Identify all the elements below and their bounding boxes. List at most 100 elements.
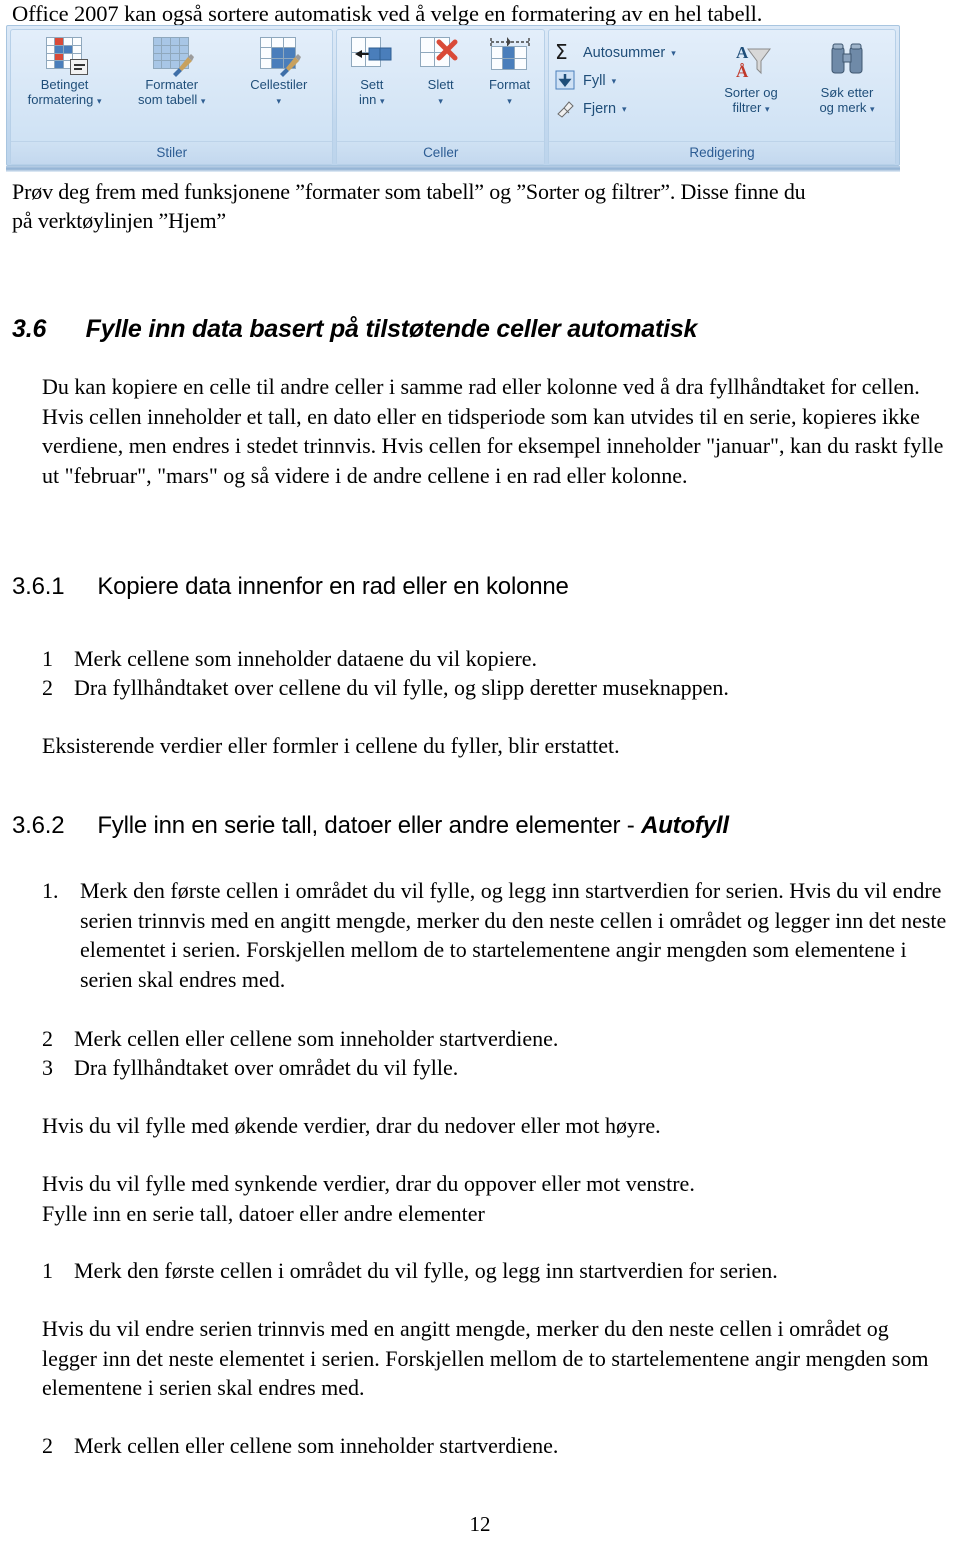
ribbon-button-label-line1: Formater xyxy=(145,77,199,92)
note-decreasing-values: Hvis du vil fylle med synkende verdier, … xyxy=(42,1171,695,1196)
list-text: Merk cellen eller cellene som inneholder… xyxy=(74,1026,559,1051)
insert-cells-icon xyxy=(349,35,395,75)
ribbon-button-label: Autosummer xyxy=(583,45,666,61)
list-text: Merk cellen eller cellene som inneholder… xyxy=(74,1433,559,1458)
chevron-down-icon[interactable]: ▾ xyxy=(870,104,875,114)
ribbon-group-redigering: Σ Autosummer ▾ Fyll ▾ Fjern ▾ A Å Sorter… xyxy=(548,29,896,165)
ribbon-button-slett[interactable]: Slett ▾ xyxy=(407,35,475,109)
intro-text: Office 2007 kan også sortere automatisk … xyxy=(12,1,763,26)
ribbon-group-celler: Sett inn ▾ Slett ▾ Format ▾ Celler xyxy=(336,29,545,165)
chevron-down-icon[interactable]: ▾ xyxy=(97,96,102,106)
ribbon-button-fjern[interactable]: Fjern ▾ xyxy=(549,95,703,123)
list-number: 3 xyxy=(42,1055,53,1080)
ribbon-button-sok-etter-og-merk[interactable]: Søk etter og merk ▾ xyxy=(799,41,895,117)
ribbon-button-label-line2: ▾ xyxy=(277,92,282,109)
repeat-heading: Fylle inn en serie tall, datoer eller an… xyxy=(42,1201,485,1226)
ribbon-button-sorter-og-filtrer[interactable]: A Å Sorter og filtrer ▾ xyxy=(703,41,799,117)
list-item: 1 Merk den første cellen i området du vi… xyxy=(42,1256,952,1286)
ribbon-button-label-line2: filtrer ▾ xyxy=(732,100,770,115)
ribbon-button-formater-som-tabell[interactable]: Formater som tabell ▾ xyxy=(122,35,222,109)
chevron-down-icon[interactable]: ▾ xyxy=(277,96,282,106)
ribbon-button-label-line1: Slett xyxy=(427,77,454,92)
ribbon-button-sett-inn[interactable]: Sett inn ▾ xyxy=(338,35,406,109)
chevron-down-icon[interactable]: ▾ xyxy=(507,96,512,106)
paintbrush-icon xyxy=(279,54,301,77)
chevron-down-icon[interactable]: ▾ xyxy=(612,76,617,87)
ribbon-button-label-line2: formatering ▾ xyxy=(27,92,102,107)
svg-text:A: A xyxy=(736,43,749,62)
insert-arrow-icon xyxy=(354,47,392,61)
list-number: 2 xyxy=(42,1026,53,1051)
section-3-6-1-note: Eksisterende verdier eller formler i cel… xyxy=(42,733,620,758)
fill-down-arrow-icon xyxy=(555,70,577,92)
repeat-paragraph: Hvis du vil endre serien trinnvis med en… xyxy=(42,1316,929,1400)
ribbon-button-betinget-formatering[interactable]: Betinget formatering ▾ xyxy=(15,35,115,109)
list-text: Merk den første cellen i området du vil … xyxy=(74,1258,778,1283)
list-item: 2 Merk cellen eller cellene som innehold… xyxy=(42,1431,952,1461)
ribbon-button-label-line2: ▾ xyxy=(507,92,512,109)
ribbon-button-label-line1: Betinget xyxy=(40,77,89,92)
list-item: 1 Merk cellene som inneholder dataene du… xyxy=(42,644,942,674)
conditional-formatting-icon xyxy=(42,35,88,75)
ribbon-button-label-line1: Søk etter xyxy=(820,85,874,100)
ribbon-group-label-stiler: Stiler xyxy=(11,141,333,164)
ribbon-button-label: Fyll xyxy=(583,73,606,89)
ribbon-button-label: Fjern xyxy=(583,101,617,117)
heading-title: Fylle inn data basert på tilstøtende cel… xyxy=(85,315,698,343)
ribbon-caption-line1: Prøv deg frem med funksjonene ”formater … xyxy=(12,179,806,204)
svg-text:Å: Å xyxy=(736,62,749,81)
section-3-6-paragraph: Du kan kopiere en celle til andre celler… xyxy=(42,374,944,488)
red-x-icon xyxy=(436,39,458,61)
chevron-down-icon[interactable]: ▾ xyxy=(671,48,676,59)
list-text: Dra fyllhåndtaket over området du vil fy… xyxy=(74,1055,459,1080)
list-item: 2 Dra fyllhåndtaket over cellene du vil … xyxy=(42,673,942,703)
ribbon-button-label-line1: Sett xyxy=(360,77,384,92)
ribbon-button-label-line2: som tabell ▾ xyxy=(137,92,206,107)
ribbon-group-stiler: Betinget formatering ▾ Formater som tabe… xyxy=(10,29,334,165)
page-number: 12 xyxy=(469,1512,491,1536)
ribbon-button-label-line1: Format xyxy=(488,77,531,92)
ribbon-button-label-line2: og merk ▾ xyxy=(819,100,875,115)
chevron-down-icon[interactable]: ▾ xyxy=(438,96,443,106)
ribbon-button-format[interactable]: Format ▾ xyxy=(476,35,544,109)
chevron-down-icon[interactable]: ▾ xyxy=(622,104,627,115)
find-and-select-binoculars-icon xyxy=(824,41,870,83)
chevron-down-icon[interactable]: ▾ xyxy=(201,96,206,106)
note-increasing-values: Hvis du vil fylle med økende verdier, dr… xyxy=(42,1113,661,1138)
ribbon-button-label-line1: Cellestiler xyxy=(250,77,308,92)
eraser-icon xyxy=(555,98,577,120)
ribbon-caption-line2: på verktøylinjen ”Hjem” xyxy=(12,208,227,233)
heading-number: 3.6 xyxy=(12,315,47,343)
document-page: Office 2007 kan også sortere automatisk … xyxy=(0,0,960,1542)
list-text: Merk cellene som inneholder dataene du v… xyxy=(74,646,538,671)
paintbrush-icon xyxy=(172,54,194,77)
ribbon-button-fyll[interactable]: Fyll ▾ xyxy=(549,67,703,95)
chevron-down-icon[interactable]: ▾ xyxy=(380,96,385,106)
ribbon-button-label-line1: Sorter og xyxy=(724,85,778,100)
list-item: 2 Merk cellen eller cellene som innehold… xyxy=(42,1024,942,1054)
heading-3-6-2: 3.6.2 Fylle inn en serie tall, datoer el… xyxy=(12,812,729,840)
ribbon-group-label-redigering: Redigering xyxy=(549,141,895,164)
ribbon-bottom-border xyxy=(6,166,900,172)
ribbon-button-autosummer[interactable]: Σ Autosummer ▾ xyxy=(549,39,703,67)
list-number: 1 xyxy=(42,1258,53,1283)
ribbon-button-cellestiler[interactable]: Cellestiler ▾ xyxy=(229,35,329,109)
format-cells-icon xyxy=(487,35,533,75)
ribbon-group-label-celler: Celler xyxy=(337,141,544,164)
list-item: 3 Dra fyllhåndtaket over området du vil … xyxy=(42,1053,942,1083)
ribbon-button-label-line2: ▾ xyxy=(438,92,443,109)
heading-3-6: 3.6 Fylle inn data basert på tilstøtende… xyxy=(12,315,697,344)
list-number: 1. xyxy=(42,878,59,903)
heading-number: 3.6.2 xyxy=(12,812,65,839)
heading-title: Kopiere data innenfor en rad eller en ko… xyxy=(97,573,569,600)
heading-title-plain: Fylle inn en serie tall, datoer eller an… xyxy=(97,812,642,839)
list-number: 1 xyxy=(42,646,53,671)
heading-title-bold: Autofyll xyxy=(641,812,729,839)
excel-ribbon-screenshot: Betinget formatering ▾ Formater som tabe… xyxy=(6,25,900,166)
list-text: Dra fyllhåndtaket over cellene du vil fy… xyxy=(74,675,729,700)
list-text: Merk den første cellen i området du vil … xyxy=(80,878,947,992)
heading-number: 3.6.1 xyxy=(12,573,65,600)
sort-and-filter-icon: A Å xyxy=(728,41,774,83)
autosum-sigma-icon: Σ xyxy=(555,40,568,64)
chevron-down-icon[interactable]: ▾ xyxy=(765,104,770,114)
